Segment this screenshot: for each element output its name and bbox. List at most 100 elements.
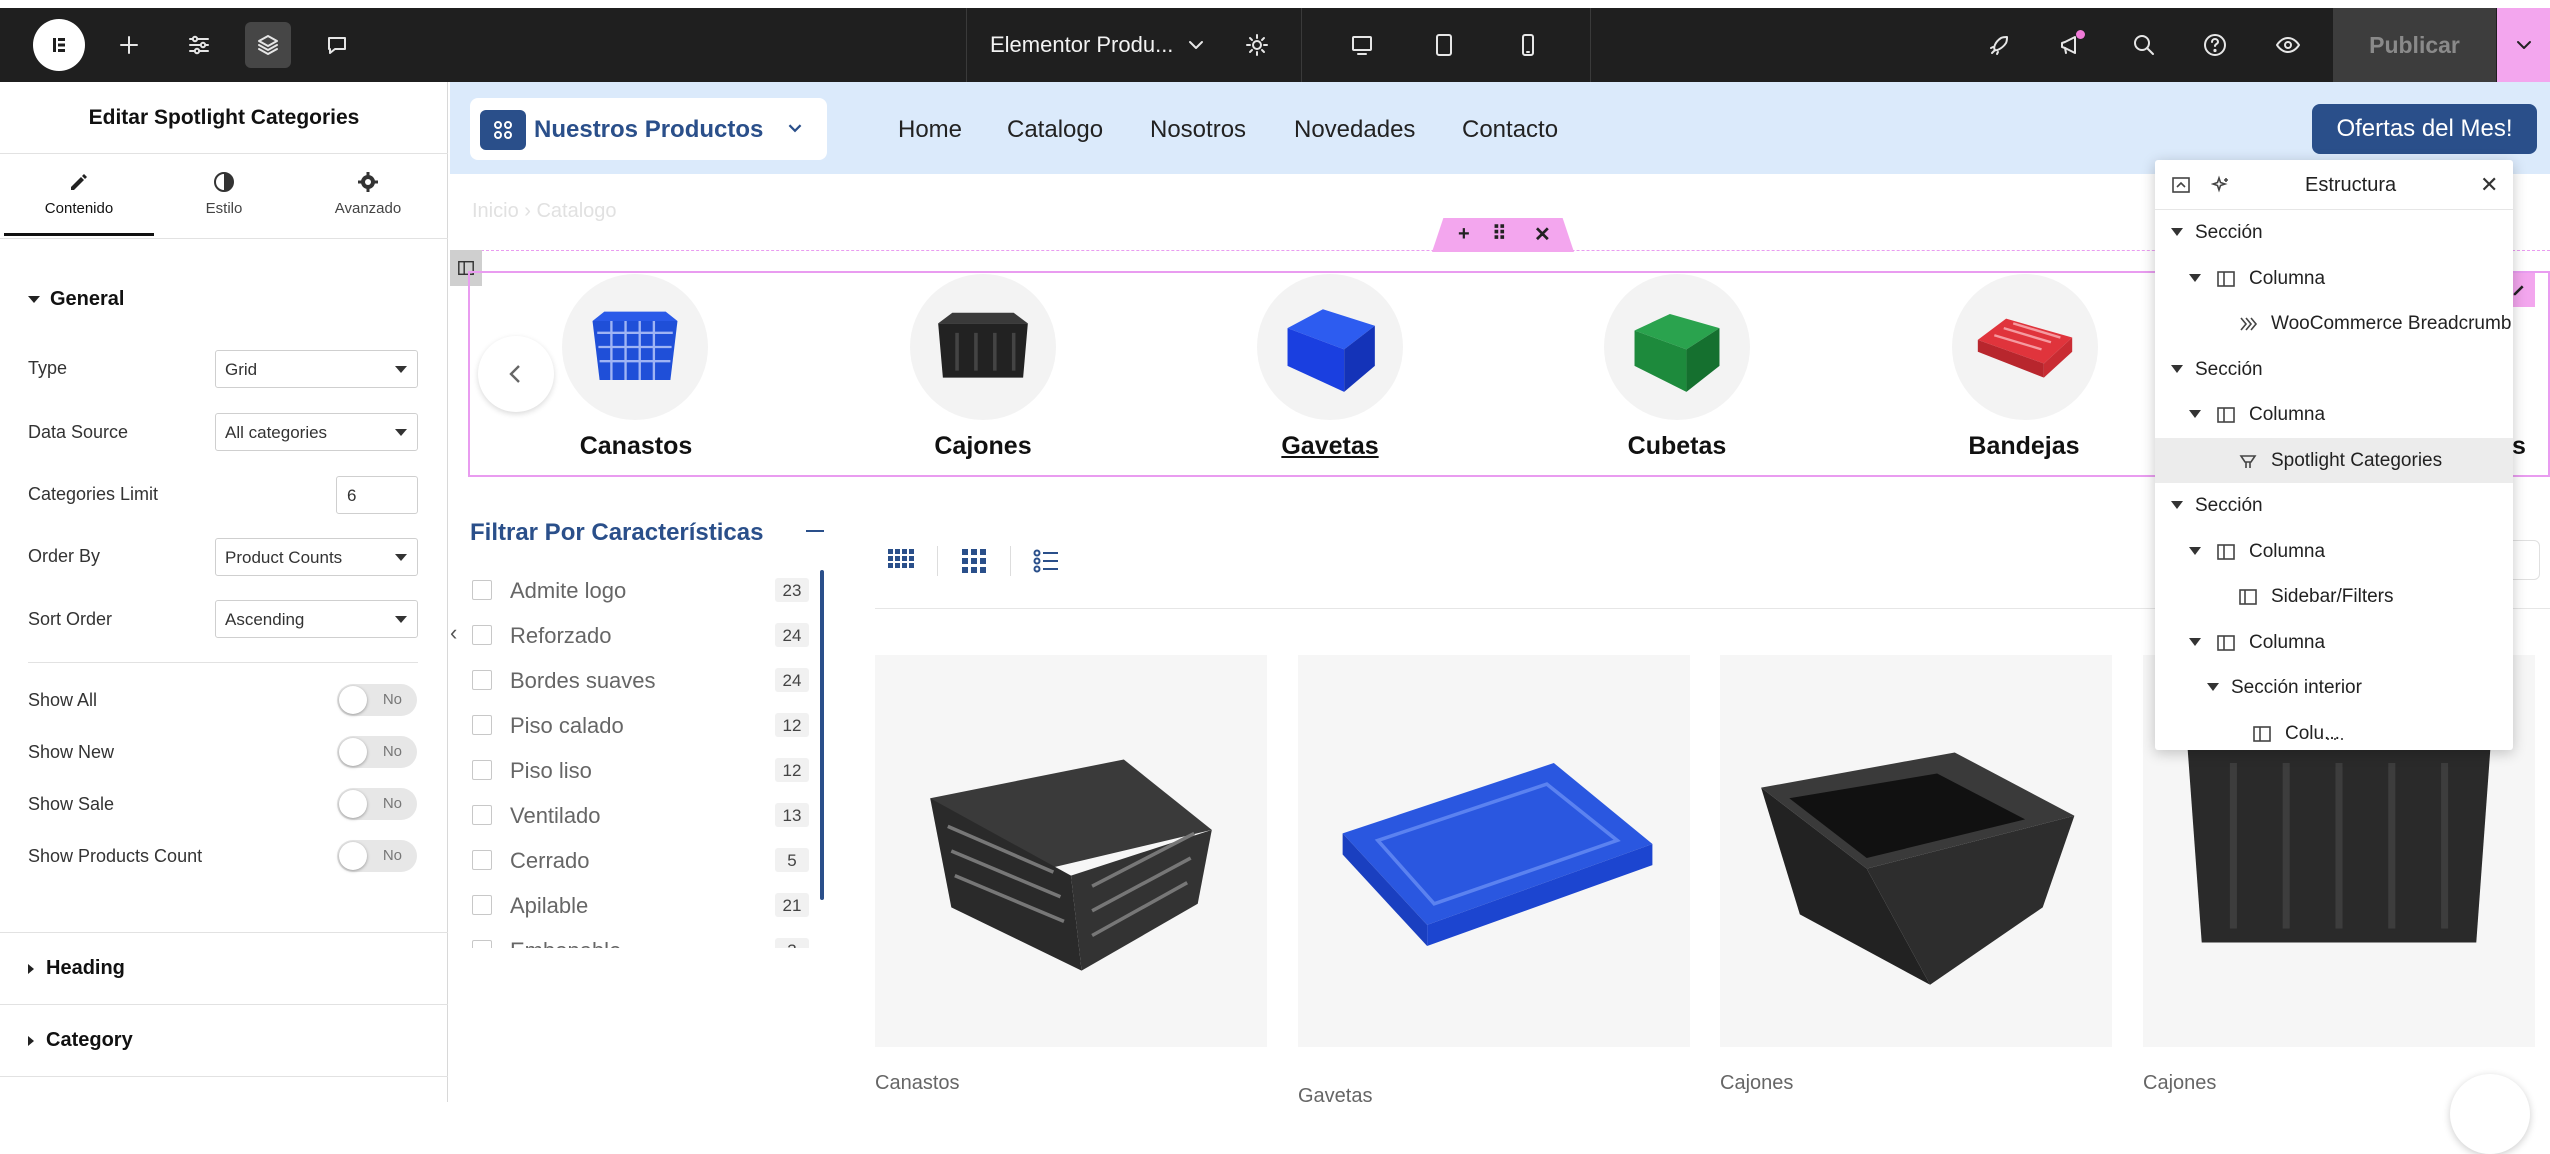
structure-row[interactable]: Columna — [2155, 256, 2513, 301]
grid-4-view-button[interactable] — [886, 546, 916, 576]
structure-row[interactable]: Columna — [2155, 620, 2513, 665]
product-category[interactable]: Canastos — [875, 1072, 960, 1095]
filter-checkbox[interactable] — [472, 715, 492, 735]
section-general-header[interactable]: General — [28, 288, 124, 311]
nav-nosotros[interactable]: Nosotros — [1150, 116, 1246, 144]
document-title[interactable]: Elementor Produ... — [990, 32, 1173, 58]
filter-item[interactable]: Piso calado 12 — [472, 713, 822, 743]
caret-down-icon[interactable] — [2171, 501, 2183, 509]
publish-options-button[interactable] — [2497, 8, 2550, 82]
filter-item[interactable]: Reforzado 24 — [472, 623, 822, 653]
publish-button[interactable]: Publicar — [2333, 8, 2496, 82]
product-category[interactable]: Cajones — [1720, 1072, 1793, 1095]
filter-item[interactable]: Cerrado 5 — [472, 848, 822, 878]
launchpad-button[interactable] — [1977, 22, 2023, 68]
ai-sparkle-icon[interactable] — [2211, 175, 2231, 195]
scroll-to-top-button[interactable] — [2450, 1074, 2530, 1154]
tablet-view-button[interactable] — [1421, 22, 1467, 68]
tab-contenido[interactable]: Contenido — [4, 156, 154, 236]
structure-row[interactable]: WooCommerce Breadcrumb — [2155, 301, 2513, 346]
mobile-view-button[interactable] — [1505, 22, 1551, 68]
filter-checkbox[interactable] — [472, 760, 492, 780]
filter-collapse-icon[interactable] — [806, 530, 824, 532]
add-element-button[interactable] — [106, 22, 152, 68]
desktop-view-button[interactable] — [1339, 22, 1385, 68]
delete-section-icon[interactable]: ✕ — [1534, 222, 1551, 247]
filter-item[interactable]: Embonable 3 — [472, 938, 822, 948]
breadcrumb-home[interactable]: Inicio — [472, 200, 519, 222]
drag-handle-icon[interactable]: ⠿ — [1492, 221, 1507, 246]
carousel-prev-button[interactable] — [478, 336, 554, 412]
filter-checkbox[interactable] — [472, 670, 492, 690]
product-category[interactable]: Gavetas — [1298, 1085, 1372, 1108]
structure-row[interactable]: Spotlight Categories — [2155, 437, 2513, 483]
structure-more-icon[interactable]: ··· — [2325, 728, 2346, 749]
product-card[interactable] — [1298, 655, 1690, 1047]
filter-item[interactable]: Bordes suaves 24 — [472, 668, 822, 698]
section-handle[interactable]: + ⠿ ✕ — [1432, 218, 1574, 252]
close-icon[interactable]: ✕ — [2480, 172, 2498, 198]
caret-down-icon[interactable] — [2189, 273, 2201, 282]
category-image-bandejas[interactable] — [1952, 274, 2098, 420]
filter-checkbox[interactable] — [472, 895, 492, 915]
structure-row[interactable]: Columna — [2155, 529, 2513, 574]
product-card[interactable] — [1720, 655, 2112, 1047]
structure-row[interactable]: Sección interior — [2155, 665, 2513, 710]
filter-item[interactable]: Piso liso 12 — [472, 758, 822, 788]
caret-down-icon[interactable] — [2171, 228, 2183, 236]
caret-down-icon[interactable] — [2189, 546, 2201, 555]
category-label-partial[interactable]: s — [2512, 432, 2526, 461]
structure-row[interactable]: Sidebar/Filters — [2155, 574, 2513, 619]
site-settings-button[interactable] — [176, 22, 222, 68]
show-products-count-toggle[interactable]: No — [337, 840, 417, 872]
sort-order-select[interactable]: Ascending — [215, 600, 418, 638]
category-label-bandejas[interactable]: Bandejas — [1894, 432, 2154, 461]
product-card[interactable] — [875, 655, 1267, 1047]
category-label-gavetas[interactable]: Gavetas — [1200, 432, 1460, 461]
category-label-cubetas[interactable]: Cubetas — [1547, 432, 1807, 461]
filter-scrollbar[interactable] — [820, 570, 824, 900]
structure-row[interactable]: Sección — [2155, 347, 2513, 392]
tab-avanzado[interactable]: Avanzado — [293, 156, 443, 236]
filter-checkbox[interactable] — [472, 625, 492, 645]
category-image-canastos[interactable] — [562, 274, 708, 420]
category-label-cajones[interactable]: Cajones — [853, 432, 1113, 461]
structure-row[interactable]: Columna — [2155, 392, 2513, 437]
show-new-toggle[interactable]: No — [337, 736, 417, 768]
caret-down-icon[interactable] — [2171, 364, 2183, 373]
show-sale-toggle[interactable]: No — [337, 788, 417, 820]
dock-icon[interactable] — [2171, 175, 2191, 195]
structure-row[interactable]: Sección — [2155, 210, 2513, 255]
category-image-cubetas[interactable] — [1604, 274, 1750, 420]
nav-catalogo[interactable]: Catalogo — [1007, 116, 1103, 144]
list-view-button[interactable] — [1031, 546, 1061, 576]
offers-button[interactable]: Ofertas del Mes! — [2312, 104, 2537, 154]
category-image-gavetas[interactable] — [1257, 274, 1403, 420]
notes-button[interactable] — [314, 22, 360, 68]
filter-checkbox[interactable] — [472, 940, 492, 948]
add-section-icon[interactable]: + — [1458, 223, 1470, 246]
filter-checkbox[interactable] — [472, 580, 492, 600]
filter-item[interactable]: Ventilado 13 — [472, 803, 822, 833]
product-category[interactable]: Cajones — [2143, 1072, 2216, 1095]
help-button[interactable] — [2192, 22, 2238, 68]
filter-item[interactable]: Admite logo 23 — [472, 578, 822, 608]
section-heading-header[interactable]: Heading — [28, 957, 125, 980]
filter-item[interactable]: Apilable 21 — [472, 893, 822, 923]
category-label-canastos[interactable]: Canastos — [506, 432, 766, 461]
elementor-logo-button[interactable] — [33, 19, 85, 71]
section-category-header[interactable]: Category — [28, 1029, 133, 1052]
filter-checkbox[interactable] — [472, 850, 492, 870]
caret-down-icon[interactable] — [2189, 637, 2201, 646]
categories-limit-input[interactable]: 6 — [336, 476, 418, 514]
nav-contacto[interactable]: Contacto — [1462, 116, 1558, 144]
nav-novedades[interactable]: Novedades — [1294, 116, 1415, 144]
order-by-select[interactable]: Product Counts — [215, 538, 418, 576]
caret-down-icon[interactable] — [2189, 410, 2201, 418]
filter-checkbox[interactable] — [472, 805, 492, 825]
show-all-toggle[interactable]: No — [337, 684, 417, 716]
caret-down-icon[interactable] — [2207, 683, 2219, 691]
category-image-cajones[interactable] — [910, 274, 1056, 420]
products-menu-button[interactable]: Nuestros Productos — [470, 98, 827, 160]
notifications-button[interactable] — [2047, 22, 2093, 68]
